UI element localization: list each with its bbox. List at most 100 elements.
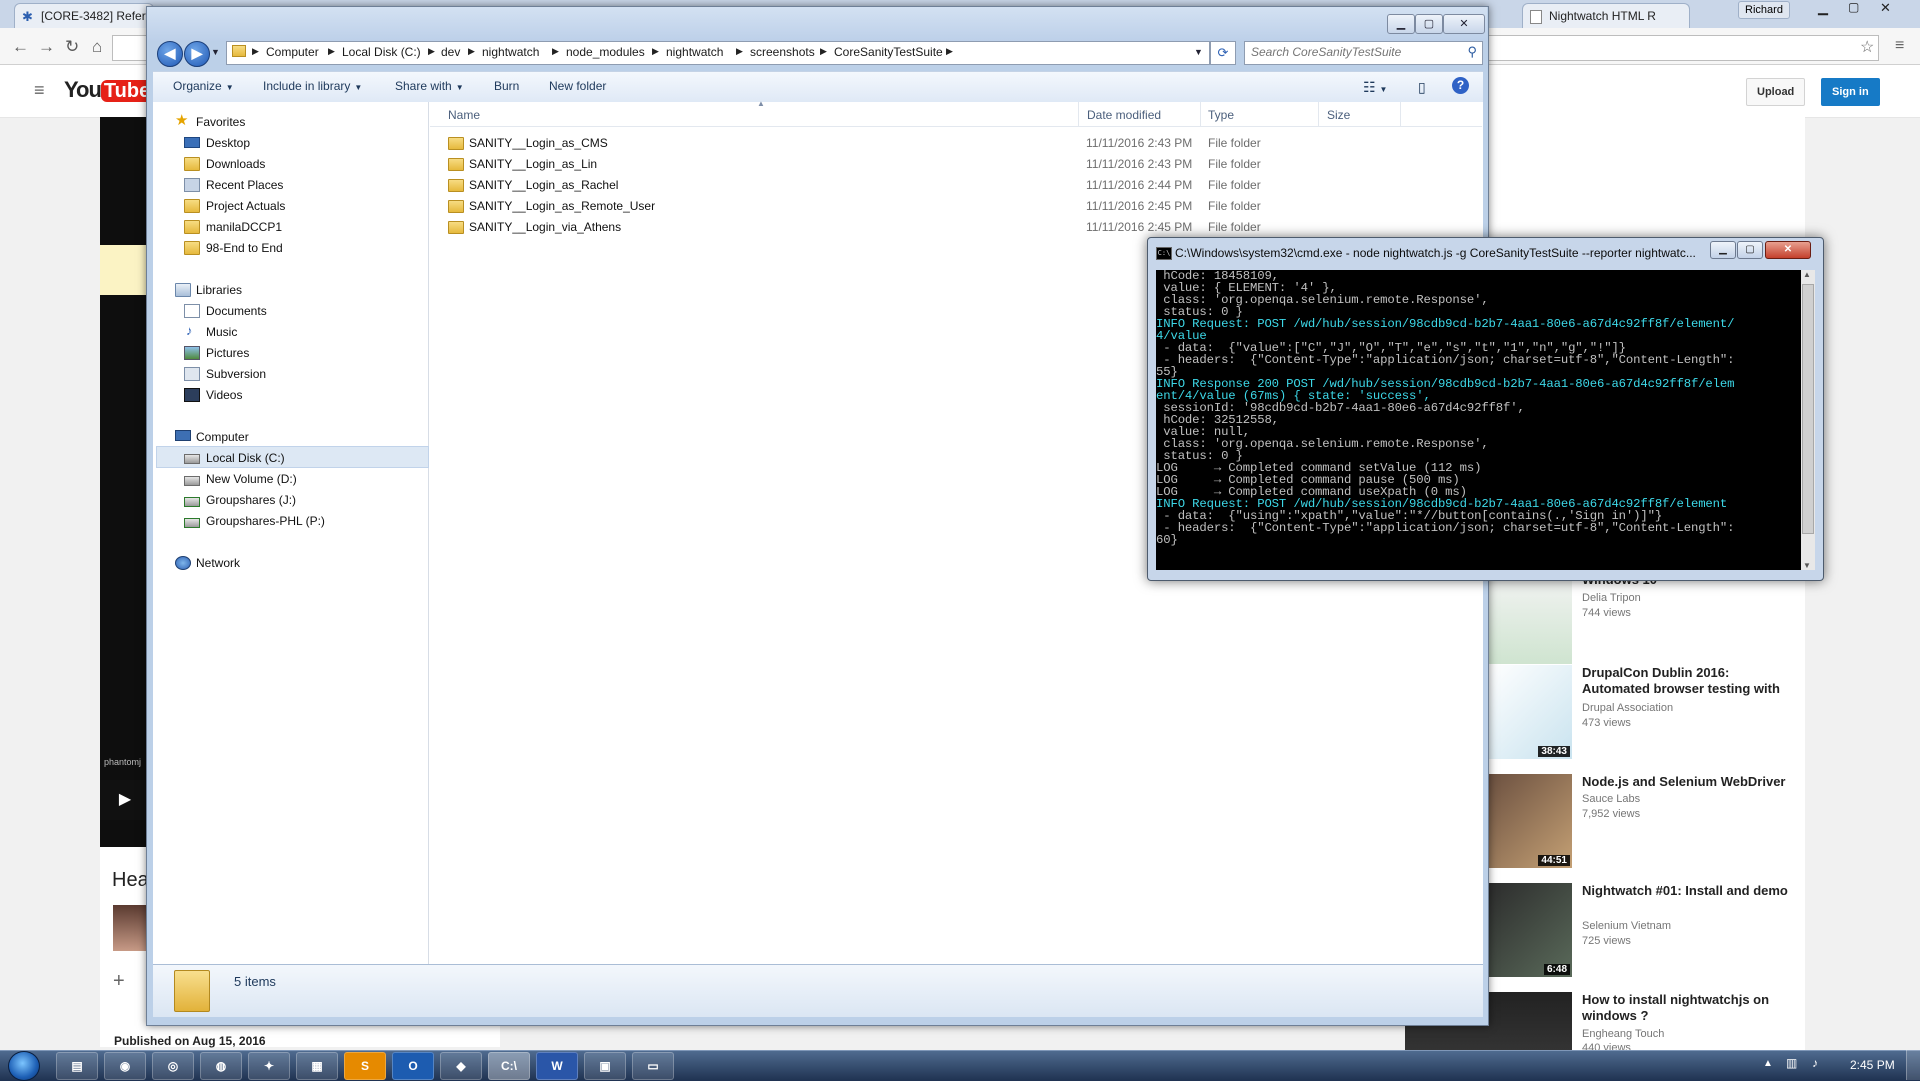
preview-pane-icon[interactable]: ▯ [1418, 79, 1426, 96]
breadcrumb-node-modules[interactable]: node_modules [566, 45, 645, 59]
console-scrollbar[interactable]: ▲ ▼ [1801, 270, 1815, 570]
volume-muted-icon[interactable]: ♪ [1812, 1056, 1818, 1070]
youtube-guide-icon[interactable]: ≡ [34, 80, 45, 101]
search-input[interactable] [1251, 45, 1451, 59]
sign-in-button[interactable]: Sign in [1821, 78, 1880, 106]
taskbar-explorer-icon[interactable]: ▤ [56, 1052, 98, 1080]
taskbar-skype-icon[interactable]: S [344, 1052, 386, 1080]
crumb-separator-icon[interactable]: ▶ [946, 46, 953, 57]
taskbar-app-icon[interactable]: ◎ [152, 1052, 194, 1080]
crumb-separator-icon[interactable]: ▶ [820, 46, 827, 57]
breadcrumb-computer[interactable]: Computer [266, 45, 319, 59]
crumb-separator-icon[interactable]: ▶ [428, 46, 435, 57]
forward-icon[interactable]: ▶ [184, 41, 210, 67]
cmd-minimize-icon[interactable]: ▁ [1710, 241, 1736, 259]
taskbar-firefox-icon[interactable]: ◍ [200, 1052, 242, 1080]
recent-pages-icon[interactable]: ▼ [211, 47, 220, 57]
address-dropdown-icon[interactable]: ▼ [1194, 47, 1203, 57]
file-row[interactable]: SANITY__Login_as_Lin 11/11/2016 2:43 PM … [441, 154, 1261, 174]
video-thumbnail[interactable] [1488, 570, 1572, 664]
help-icon[interactable]: ? [1452, 77, 1469, 94]
taskbar-app-icon[interactable]: ✦ [248, 1052, 290, 1080]
search-box[interactable]: ⚲ [1244, 41, 1483, 65]
add-to-icon[interactable]: + [113, 970, 125, 993]
taskbar-word-icon[interactable]: W [536, 1052, 578, 1080]
taskbar-app-icon[interactable]: ▭ [632, 1052, 674, 1080]
taskbar-app-icon[interactable]: ▣ [584, 1052, 626, 1080]
column-divider[interactable] [1400, 102, 1401, 126]
explorer-close-icon[interactable]: ✕ [1443, 14, 1485, 34]
explorer-maximize-icon[interactable]: ▢ [1415, 14, 1443, 34]
video-thumbnail[interactable]: 44:51 [1488, 774, 1572, 868]
channel-avatar[interactable] [113, 905, 149, 951]
console-output[interactable]: hCode: 18458109, value: { ELEMENT: '4' }… [1156, 270, 1801, 570]
breadcrumb-nightwatch[interactable]: nightwatch [482, 45, 539, 59]
column-type[interactable]: Type [1208, 108, 1234, 122]
column-date-modified[interactable]: Date modified [1087, 108, 1161, 122]
network-tray-icon[interactable]: ▥ [1786, 1056, 1797, 1070]
tray-overflow-icon[interactable]: ▲ [1763, 1058, 1773, 1069]
column-divider[interactable] [1200, 102, 1201, 126]
scroll-thumb[interactable] [1802, 284, 1814, 534]
scroll-down-icon[interactable]: ▼ [1803, 561, 1811, 570]
crumb-separator-icon[interactable]: ▶ [736, 46, 743, 57]
scroll-up-icon[interactable]: ▲ [1803, 270, 1811, 279]
file-row[interactable]: SANITY__Login_as_CMS 11/11/2016 2:43 PM … [441, 133, 1261, 153]
nav-local-disk[interactable]: Local Disk (C:) [206, 451, 285, 465]
new-folder-button[interactable]: New folder [549, 79, 606, 93]
column-divider[interactable] [1078, 102, 1079, 126]
breadcrumb-core-sanity[interactable]: CoreSanityTestSuite [834, 45, 943, 59]
start-button[interactable] [8, 1051, 40, 1081]
video-player[interactable] [100, 117, 150, 847]
crumb-separator-icon[interactable]: ▶ [468, 46, 475, 57]
crumb-separator-icon[interactable]: ▶ [652, 46, 659, 57]
taskbar-app-icon[interactable]: ◆ [440, 1052, 482, 1080]
burn-button[interactable]: Burn [494, 79, 519, 93]
column-name[interactable]: Name [448, 108, 480, 122]
nav-pictures[interactable]: Pictures [206, 346, 249, 360]
crumb-separator-icon[interactable]: ▶ [328, 46, 335, 57]
taskbar-chrome-icon[interactable]: ◉ [104, 1052, 146, 1080]
nav-computer[interactable]: Computer [196, 430, 249, 444]
nav-new-volume[interactable]: New Volume (D:) [206, 472, 297, 486]
cmd-maximize-icon[interactable]: ▢ [1737, 241, 1763, 259]
browser-home-icon[interactable]: ⌂ [92, 37, 102, 57]
breadcrumb-dev[interactable]: dev [441, 45, 460, 59]
breadcrumb-nightwatch-2[interactable]: nightwatch [666, 45, 723, 59]
browser-close-icon[interactable]: ✕ [1880, 0, 1891, 16]
related-video-title[interactable]: Node.js and Selenium WebDriver [1582, 774, 1792, 790]
show-desktop-button[interactable] [1906, 1050, 1920, 1080]
nav-videos[interactable]: Videos [206, 388, 242, 402]
file-row[interactable]: SANITY__Login_via_Athens 11/11/2016 2:45… [441, 217, 1261, 237]
file-row[interactable]: SANITY__Login_as_Remote_User 11/11/2016 … [441, 196, 1261, 216]
nav-groupshares[interactable]: Groupshares (J:) [206, 493, 296, 507]
crumb-separator-icon[interactable]: ▶ [552, 46, 559, 57]
organize-menu[interactable]: Organize ▼ [173, 79, 234, 93]
upload-button[interactable]: Upload [1746, 78, 1806, 106]
nav-network[interactable]: Network [196, 556, 240, 570]
nav-end-to-end[interactable]: 98-End to End [206, 241, 283, 255]
search-icon[interactable]: ⚲ [1467, 44, 1477, 60]
refresh-icon[interactable]: ⟳ [1210, 41, 1236, 65]
explorer-minimize-icon[interactable]: ▁ [1387, 14, 1415, 34]
video-thumbnail[interactable]: 6:48 [1488, 883, 1572, 977]
cmd-close-icon[interactable]: ✕ [1765, 241, 1811, 259]
browser-tab-jira[interactable]: ✱ [CORE-3482] Refer [14, 3, 154, 28]
chrome-menu-icon[interactable]: ≡ [1895, 37, 1904, 55]
crumb-separator-icon[interactable]: ▶ [252, 46, 259, 57]
nav-documents[interactable]: Documents [206, 304, 267, 318]
nav-groupshares-phl[interactable]: Groupshares-PHL (P:) [206, 514, 325, 528]
breadcrumb-screenshots[interactable]: screenshots [750, 45, 815, 59]
profile-button[interactable]: Richard [1738, 1, 1790, 19]
column-divider[interactable] [1318, 102, 1319, 126]
nav-desktop[interactable]: Desktop [206, 136, 250, 150]
nav-downloads[interactable]: Downloads [206, 157, 265, 171]
related-video-title[interactable]: Nightwatch #01: Install and demo [1582, 883, 1792, 899]
related-video-title[interactable]: DrupalCon Dublin 2016: Automated browser… [1582, 665, 1792, 697]
browser-maximize-icon[interactable]: ▢ [1848, 0, 1859, 14]
taskbar-cmd-icon[interactable]: C:\ [488, 1052, 530, 1080]
back-icon[interactable]: ◀ [157, 41, 183, 67]
browser-forward-icon[interactable]: → [38, 37, 55, 57]
nav-subversion[interactable]: Subversion [206, 367, 266, 381]
taskbar-outlook-icon[interactable]: O [392, 1052, 434, 1080]
